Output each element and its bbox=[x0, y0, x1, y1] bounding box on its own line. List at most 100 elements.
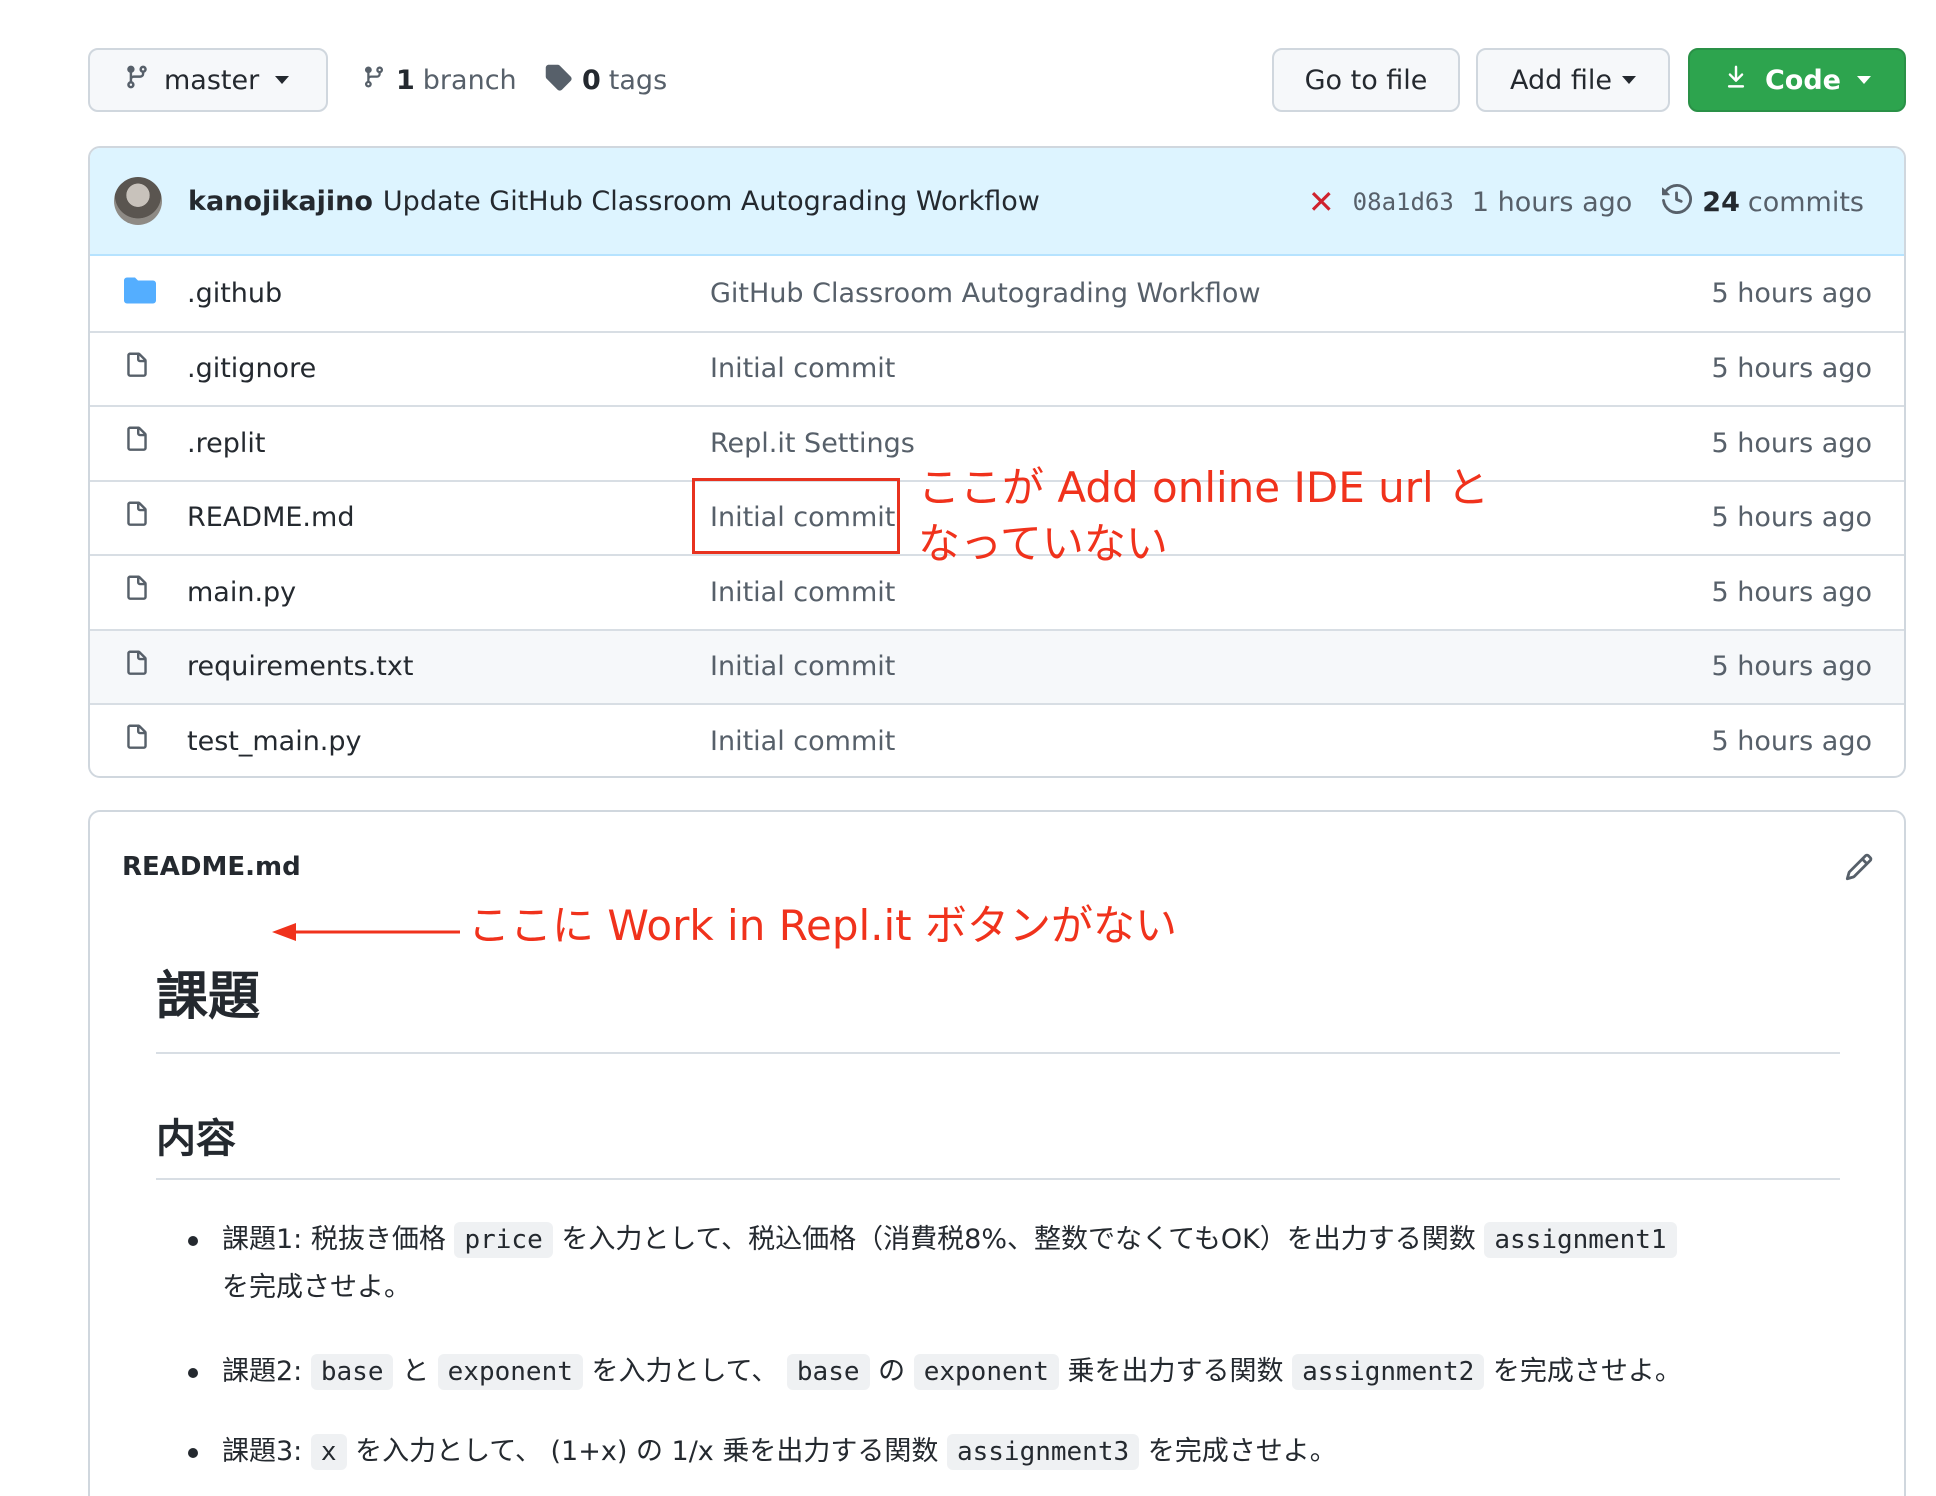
branches-link[interactable]: 1 branch bbox=[362, 48, 517, 112]
annotation-line: なっていない bbox=[918, 519, 1168, 568]
commit-message[interactable]: Update GitHub Classroom Autograding Work… bbox=[383, 186, 1040, 217]
inline-code: x bbox=[310, 1434, 347, 1470]
file-age: 5 hours ago bbox=[1711, 651, 1872, 683]
git-branch-icon bbox=[124, 62, 164, 99]
readme-heading-2: 内容 bbox=[156, 1116, 236, 1162]
text: を入力として、税込価格（消費税8%、整数でなくてもOK）を出力する関数 bbox=[552, 1224, 1485, 1255]
inline-code: base bbox=[310, 1354, 394, 1390]
code-label: Code bbox=[1764, 64, 1841, 96]
download-icon bbox=[1723, 64, 1765, 97]
table-row: .github GitHub Classroom Autograding Wor… bbox=[90, 256, 1904, 331]
file-name[interactable]: .replit bbox=[187, 428, 265, 459]
code-button[interactable]: Code bbox=[1688, 48, 1906, 112]
inline-code: base bbox=[786, 1354, 870, 1390]
file-icon bbox=[124, 499, 150, 536]
list-item: 課題2: base と exponent を入力として、 base の expo… bbox=[188, 1348, 1822, 1396]
file-age: 5 hours ago bbox=[1711, 576, 1872, 608]
commit-time: 1 hours ago bbox=[1471, 186, 1633, 218]
tags-link[interactable]: 0 tags bbox=[544, 48, 667, 112]
file-age: 5 hours ago bbox=[1711, 502, 1872, 534]
file-icon bbox=[124, 574, 150, 611]
file-icon bbox=[124, 425, 150, 462]
branch-label: branch bbox=[422, 64, 517, 96]
annotation-line: ここが Add online IDE url と bbox=[918, 463, 1489, 512]
file-name[interactable]: main.py bbox=[187, 577, 296, 608]
file-name[interactable]: README.md bbox=[187, 502, 354, 533]
chevron-down-icon bbox=[1857, 76, 1871, 84]
commits-link[interactable]: 24 commits bbox=[1662, 183, 1864, 221]
file-age: 5 hours ago bbox=[1711, 725, 1872, 757]
branch-name: master bbox=[164, 64, 260, 96]
commit-count: 24 bbox=[1702, 186, 1740, 218]
file-name[interactable]: .gitignore bbox=[187, 353, 316, 384]
go-to-file-button[interactable]: Go to file bbox=[1272, 48, 1460, 112]
list-item: 課題1: 税抜き価格 price を入力として、税込価格（消費税8%、整数でなく… bbox=[188, 1216, 1822, 1312]
inline-code: assignment2 bbox=[1292, 1354, 1485, 1390]
annotation-arrow-icon bbox=[272, 923, 460, 941]
inline-code: price bbox=[454, 1222, 553, 1258]
list-item: 課題3: x を入力として、 (1+x) の 1/x 乗を出力する関数 assi… bbox=[188, 1428, 1822, 1476]
failed-status-icon[interactable]: ✕ bbox=[1308, 183, 1335, 221]
file-age: 5 hours ago bbox=[1711, 277, 1872, 309]
text: を入力として、 bbox=[582, 1356, 787, 1387]
file-age: 5 hours ago bbox=[1711, 353, 1872, 385]
text: 乗を出力する関数 bbox=[1058, 1356, 1293, 1387]
latest-commit-bar: kanojikajino Update GitHub Classroom Aut… bbox=[90, 148, 1904, 256]
text: 課題2: bbox=[222, 1356, 311, 1387]
annotation-readme-note: ここに Work in Repl.it ボタンがない bbox=[468, 901, 1177, 950]
commit-details: ✕ 08a1d63 1 hours ago 24 commits bbox=[1308, 148, 1864, 256]
text: を完成させよ。 bbox=[1139, 1436, 1337, 1467]
file-commit-message[interactable]: Initial commit bbox=[710, 353, 895, 384]
file-commit-message[interactable]: Initial commit bbox=[710, 726, 895, 757]
divider bbox=[156, 1178, 1840, 1180]
git-branch-icon bbox=[362, 63, 386, 98]
folder-icon bbox=[124, 276, 156, 311]
tag-label: tags bbox=[608, 64, 668, 96]
readme-filename[interactable]: README.md bbox=[122, 852, 301, 882]
pencil-icon[interactable] bbox=[1844, 852, 1874, 886]
history-icon bbox=[1662, 183, 1693, 221]
text: 課題1: 税抜き価格 bbox=[222, 1224, 455, 1255]
file-icon bbox=[124, 350, 150, 387]
add-file-label: Add file bbox=[1510, 64, 1612, 96]
inline-code: assignment3 bbox=[946, 1434, 1140, 1470]
commit-sha[interactable]: 08a1d63 bbox=[1353, 188, 1454, 216]
table-row: requirements.txt Initial commit 5 hours … bbox=[90, 628, 1904, 703]
file-age: 5 hours ago bbox=[1711, 427, 1872, 459]
inline-code: assignment1 bbox=[1484, 1222, 1677, 1258]
tag-icon bbox=[544, 63, 572, 98]
text: を入力として、 (1+x) の 1/x 乗を出力する関数 bbox=[346, 1436, 947, 1467]
file-name[interactable]: requirements.txt bbox=[187, 651, 413, 682]
branch-count: 1 bbox=[396, 64, 415, 96]
commit-label: commits bbox=[1747, 186, 1864, 218]
branch-select-button[interactable]: master bbox=[88, 48, 328, 112]
divider bbox=[156, 1052, 1840, 1054]
file-icon bbox=[124, 723, 150, 760]
readme-heading-1: 課題 bbox=[156, 967, 261, 1027]
tag-count: 0 bbox=[582, 64, 601, 96]
annotation-highlight-box bbox=[692, 478, 900, 554]
avatar[interactable] bbox=[114, 177, 162, 225]
file-commit-message[interactable]: Repl.it Settings bbox=[710, 428, 915, 459]
text: 課題3: bbox=[222, 1436, 311, 1467]
file-name[interactable]: test_main.py bbox=[187, 726, 362, 757]
chevron-down-icon bbox=[1621, 76, 1636, 84]
table-row: .gitignore Initial commit 5 hours ago bbox=[90, 330, 1904, 406]
file-commit-message[interactable]: Initial commit bbox=[710, 651, 895, 682]
inline-code: exponent bbox=[437, 1354, 583, 1390]
add-file-button[interactable]: Add file bbox=[1476, 48, 1670, 112]
text: と bbox=[393, 1356, 438, 1387]
repo-toolbar: master 1 branch 0 tags Go to file Add fi… bbox=[88, 48, 1906, 112]
file-name[interactable]: .github bbox=[187, 278, 282, 309]
inline-code: exponent bbox=[913, 1354, 1059, 1390]
commit-author[interactable]: kanojikajino bbox=[188, 186, 373, 217]
file-commit-message[interactable]: Initial commit bbox=[710, 577, 895, 608]
chevron-down-icon bbox=[275, 76, 290, 84]
file-commit-message[interactable]: GitHub Classroom Autograding Workflow bbox=[710, 278, 1261, 309]
file-icon bbox=[124, 648, 150, 685]
text: の bbox=[869, 1356, 914, 1387]
text: を完成させよ。 bbox=[1484, 1356, 1682, 1387]
table-row: test_main.py Initial commit 5 hours ago bbox=[90, 703, 1904, 776]
annotation-commit-note: ここが Add online IDE url と なっていない bbox=[918, 460, 1558, 572]
go-to-file-label: Go to file bbox=[1304, 64, 1428, 96]
